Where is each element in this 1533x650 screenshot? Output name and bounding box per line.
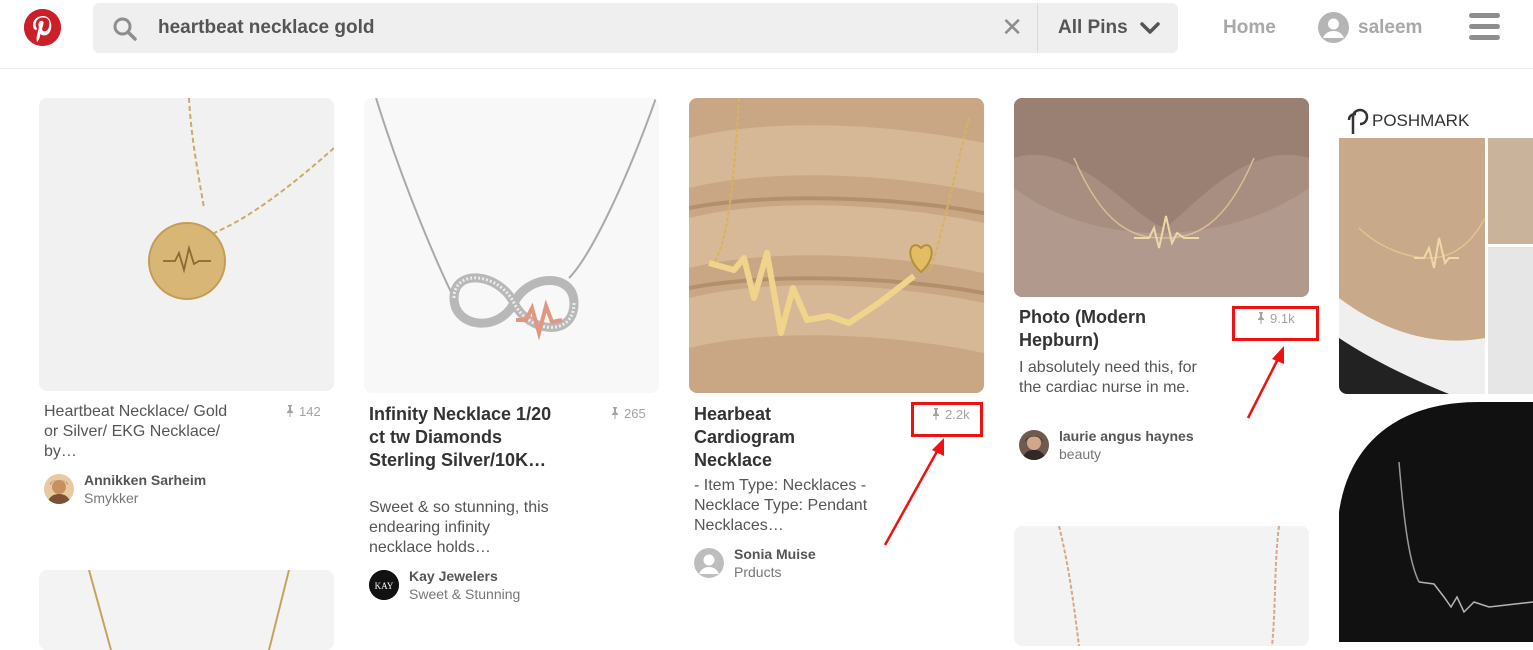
pin-title[interactable]: Hearbeat Cardiogram Necklace: [694, 403, 844, 472]
pin-image[interactable]: [1014, 98, 1309, 297]
username: saleem: [1358, 17, 1423, 38]
pin-image[interactable]: [1339, 98, 1533, 394]
home-link[interactable]: Home: [1223, 17, 1276, 39]
poshmark-watermark: POSHMARK: [1347, 108, 1469, 134]
save-count: 265: [610, 406, 646, 421]
search-filter-dropdown[interactable]: All Pins: [1037, 3, 1178, 53]
pin-description: Sweet & so stunning, this endearing infi…: [369, 499, 549, 556]
chevron-down-icon: [1140, 22, 1160, 34]
board-name: Smykker: [84, 490, 139, 506]
highlight-box: [911, 402, 983, 437]
pin-creator[interactable]: Annikken Sarheim Smykker: [44, 472, 304, 506]
search-icon: [113, 17, 137, 41]
pin-card[interactable]: POSHMARK: [1339, 98, 1533, 642]
search-bar[interactable]: heartbeat necklace gold ✕: [93, 3, 1037, 53]
pin-image[interactable]: [364, 98, 659, 393]
pin-creator[interactable]: KAY Kay Jewelers Sweet & Stunning: [369, 568, 629, 602]
pin-image[interactable]: [39, 570, 334, 650]
filter-label: All Pins: [1058, 17, 1128, 38]
pin-title[interactable]: Photo (Modern Hepburn): [1019, 306, 1194, 352]
pin-creator[interactable]: Sonia Muise Prducts: [694, 546, 954, 580]
poshmark-logo-icon: [1347, 108, 1369, 134]
pushpin-icon: [612, 407, 618, 419]
menu-icon[interactable]: [1469, 13, 1500, 41]
clear-search-icon[interactable]: ✕: [1001, 14, 1023, 40]
board-name: Prducts: [734, 564, 782, 580]
pin-card[interactable]: Heartbeat Necklace/ Gold or Silver/ EKG …: [39, 98, 334, 518]
pin-image[interactable]: [1014, 526, 1309, 646]
poshmark-label: POSHMARK: [1372, 111, 1470, 130]
search-input[interactable]: heartbeat necklace gold: [158, 17, 374, 39]
avatar: [694, 548, 724, 578]
pin-card[interactable]: Infinity Necklace 1/20 ct tw Diamonds St…: [364, 98, 659, 608]
pin-image[interactable]: [689, 98, 984, 393]
pin-card[interactable]: Hearbeat Cardiogram Necklace 2.2k - Item…: [689, 98, 984, 588]
save-count-value: 265: [624, 406, 646, 421]
highlight-box: [1232, 306, 1319, 341]
avatar: KAY: [369, 570, 399, 600]
pin-card[interactable]: Photo (Modern Hepburn) 9.1k I absolutely…: [1014, 98, 1319, 468]
avatar: [1019, 430, 1049, 460]
pin-description: - Item Type: Necklaces - Necklace Type: …: [694, 477, 868, 534]
top-bar: heartbeat necklace gold ✕ All Pins Home …: [0, 0, 1533, 69]
creator-name: Annikken Sarheim: [84, 472, 207, 488]
pin-image[interactable]: [1339, 402, 1533, 642]
board-name: Sweet & Stunning: [409, 586, 521, 602]
pin-image[interactable]: [39, 98, 334, 391]
creator-name: Sonia Muise: [734, 546, 816, 562]
user-avatar-icon: [1318, 12, 1349, 43]
save-count-value: 142: [299, 404, 321, 419]
pin-title[interactable]: Infinity Necklace 1/20 ct tw Diamonds St…: [369, 403, 554, 472]
creator-name: laurie angus haynes: [1059, 428, 1194, 444]
avatar: [44, 474, 74, 504]
creator-name: Kay Jewelers: [409, 568, 498, 584]
pushpin-icon: [287, 405, 293, 417]
pin-creator[interactable]: laurie angus haynes beauty: [1019, 428, 1279, 462]
avatar-text: KAY: [375, 581, 394, 591]
pin-description: I absolutely need this, for the cardiac …: [1019, 359, 1197, 396]
pin-card[interactable]: [1014, 526, 1309, 646]
board-name: beauty: [1059, 446, 1102, 462]
pin-card[interactable]: [39, 570, 334, 650]
save-count: 142: [285, 404, 321, 419]
pin-title[interactable]: Heartbeat Necklace/ Gold or Silver/ EKG …: [44, 402, 239, 462]
pinterest-logo-icon[interactable]: [24, 9, 61, 46]
